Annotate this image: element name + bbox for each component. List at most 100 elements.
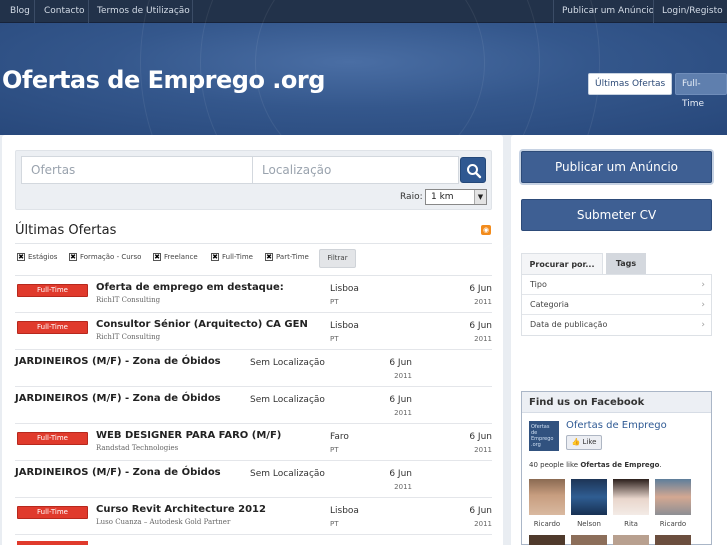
filter-estagios[interactable]: ✖ Estágios — [17, 252, 57, 262]
filter-part-time[interactable]: ✖ Part-Time — [265, 252, 309, 262]
job-row[interactable]: Full-Time Curso Revit Architecture 2012 … — [15, 498, 492, 535]
chevron-right-icon: › — [701, 300, 705, 310]
facebook-like-count: 40 people like Ofertas de Emprego. — [529, 461, 662, 469]
fan-avatar[interactable] — [529, 479, 565, 515]
job-row[interactable]: Full-Time Oferta de emprego em destaque:… — [15, 276, 492, 313]
like-count-suffix: . — [659, 461, 662, 469]
search-box: Ofertas Localização Raio: 1 km ▼ — [15, 150, 492, 210]
job-row[interactable]: Full-Time Consultor Sénior (Arquitecto) … — [15, 313, 492, 350]
job-country: PT — [330, 446, 339, 454]
fan-avatar[interactable] — [613, 479, 649, 515]
filter-label: Part-Time — [276, 253, 309, 261]
location-search-input[interactable]: Localização — [252, 156, 459, 184]
job-title[interactable]: JARDINEIROS (M/F) - Zona de Óbidos — [15, 356, 221, 367]
sidebar: Publicar um Anúncio Submeter CV Procurar… — [511, 135, 727, 545]
filter-label: Full-Time — [222, 253, 253, 261]
job-company: Luso Cuanza – Autodesk Gold Partner — [96, 518, 231, 526]
full-time-button[interactable]: Full-Time — [675, 73, 727, 109]
filter-label: Estágios — [28, 253, 58, 261]
fan-name[interactable]: Ricardo — [529, 520, 565, 528]
browse-item-data[interactable]: Data de publicação › — [522, 315, 711, 335]
job-type-badge: Full-Time — [17, 284, 88, 297]
dropdown-arrow-icon: ▼ — [474, 190, 486, 204]
chevron-right-icon: › — [701, 320, 705, 330]
filter-full-time[interactable]: ✖ Full-Time — [211, 252, 253, 262]
facebook-like-box: Find us on Facebook Ofertas de Emprego .… — [521, 391, 712, 545]
job-date: 6 Jun — [469, 284, 492, 294]
job-title[interactable]: Consultor Sénior (Arquitecto) CA GEN — [96, 319, 308, 330]
job-country: PT — [330, 335, 339, 343]
fan-avatar[interactable] — [655, 535, 691, 545]
filter-label: Formação - Curso — [80, 253, 142, 261]
fan-avatar[interactable] — [655, 479, 691, 515]
nav-link-login[interactable]: Login/Registo — [662, 0, 723, 23]
job-title[interactable]: WEB DESIGNER PARA FARO (M/F) — [96, 430, 281, 441]
job-date: 6 Jun — [469, 432, 492, 442]
job-type-badge — [17, 541, 88, 545]
checkbox-checked-icon[interactable]: ✖ — [265, 253, 273, 261]
job-location: Sem Localização — [250, 395, 325, 405]
fan-name[interactable]: Nelson — [571, 520, 607, 528]
fan-avatar[interactable] — [571, 535, 607, 545]
thumbs-up-icon: 👍 — [571, 438, 581, 446]
job-row[interactable]: Full-Time WEB DESIGNER PARA FARO (M/F) R… — [15, 424, 492, 461]
fan-name[interactable]: Ricardo — [655, 520, 691, 528]
job-location: Lisboa — [330, 321, 359, 331]
job-company: Randstad Technologies — [96, 444, 179, 452]
fan-avatar[interactable] — [529, 535, 565, 545]
job-title[interactable]: JARDINEIROS (M/F) - Zona de Óbidos — [15, 467, 221, 478]
fan-name[interactable]: Rita — [613, 520, 649, 528]
job-row[interactable]: JARDINEIROS (M/F) - Zona de Óbidos Sem L… — [15, 350, 492, 387]
tab-search-by[interactable]: Procurar por... — [521, 253, 603, 274]
browse-item-tipo[interactable]: Tipo › — [522, 275, 711, 295]
chevron-right-icon: › — [701, 280, 705, 290]
job-type-badge: Full-Time — [17, 321, 88, 334]
job-row[interactable]: JARDINEIROS (M/F) - Zona de Óbidos Sem L… — [15, 387, 492, 424]
job-location: Lisboa — [330, 506, 359, 516]
filter-label: Freelance — [164, 253, 198, 261]
browse-item-label: Data de publicação — [530, 320, 608, 329]
search-button[interactable] — [460, 157, 486, 183]
job-title[interactable]: Oferta de emprego em destaque: — [96, 282, 284, 293]
job-year: 2011 — [474, 520, 492, 528]
checkbox-checked-icon[interactable]: ✖ — [211, 253, 219, 261]
job-country: PT — [330, 520, 339, 528]
tab-tags[interactable]: Tags — [606, 253, 646, 274]
checkbox-checked-icon[interactable]: ✖ — [153, 253, 161, 261]
like-label: Like — [582, 438, 597, 446]
checkbox-checked-icon[interactable]: ✖ — [17, 253, 25, 261]
submit-cv-button[interactable]: Submeter CV — [521, 199, 712, 231]
divider — [15, 243, 492, 244]
fan-avatar[interactable] — [571, 479, 607, 515]
facebook-like-button[interactable]: 👍 Like — [566, 435, 602, 450]
filter-formacao[interactable]: ✖ Formação - Curso — [69, 252, 141, 262]
job-row[interactable]: JARDINEIROS (M/F) - Zona de Óbidos Sem L… — [15, 461, 492, 498]
site-header: Ofertas de Emprego .org Últimas Ofertas … — [0, 0, 727, 293]
offers-search-input[interactable]: Ofertas — [21, 156, 253, 184]
checkbox-checked-icon[interactable]: ✖ — [69, 253, 77, 261]
job-location: Sem Localização — [250, 469, 325, 479]
page-logo[interactable]: Ofertas de Emprego .org — [529, 421, 559, 451]
like-count-page: Ofertas de Emprego — [580, 461, 660, 469]
nav-link-blog[interactable]: Blog — [10, 0, 30, 23]
publish-ad-button[interactable]: Publicar um Anúncio — [521, 151, 712, 183]
fan-avatar[interactable] — [613, 535, 649, 545]
nav-link-contacto[interactable]: Contacto — [44, 0, 85, 23]
radius-value: 1 km — [431, 192, 454, 202]
site-title[interactable]: Ofertas de Emprego .org — [2, 66, 325, 94]
filter-button[interactable]: Filtrar — [319, 249, 356, 268]
filter-freelance[interactable]: ✖ Freelance — [153, 252, 198, 262]
latest-offers-heading: Últimas Ofertas — [15, 223, 117, 238]
browse-item-categoria[interactable]: Categoria › — [522, 295, 711, 315]
job-title[interactable]: Curso Revit Architecture 2012 — [96, 504, 266, 515]
radius-select[interactable]: 1 km ▼ — [425, 189, 487, 205]
facebook-page-name[interactable]: Ofertas de Emprego — [566, 420, 667, 431]
main-panel: Ofertas Localização Raio: 1 km ▼ Últimas… — [2, 135, 503, 545]
job-date: 6 Jun — [389, 469, 412, 479]
rss-feed-icon[interactable]: ◉ — [481, 225, 491, 235]
latest-offers-button[interactable]: Últimas Ofertas — [588, 73, 673, 95]
job-title[interactable]: JARDINEIROS (M/F) - Zona de Óbidos — [15, 393, 221, 404]
job-year: 2011 — [394, 372, 412, 380]
job-type-badge: Full-Time — [17, 432, 88, 445]
job-date: 6 Jun — [469, 321, 492, 331]
